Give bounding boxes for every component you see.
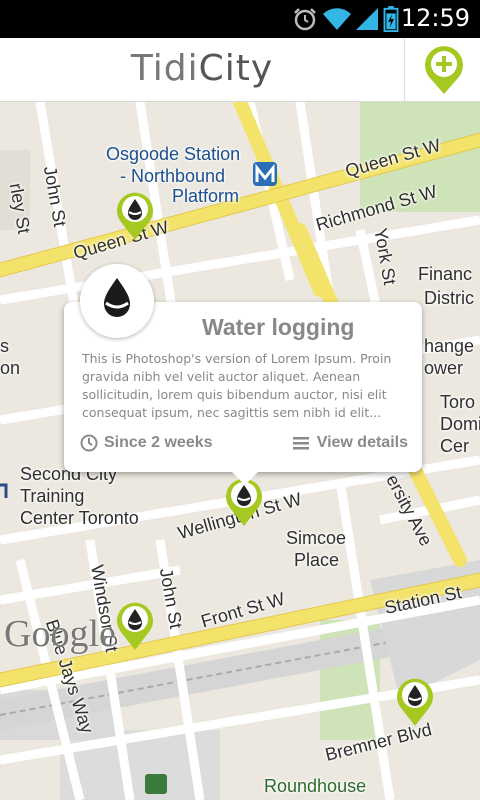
popup-description: This is Photoshop's version of Lorem Ips… <box>82 351 392 420</box>
map-label-cer: Cer <box>440 436 470 456</box>
list-icon <box>292 437 309 450</box>
signal-icon <box>356 8 378 30</box>
view-details-button[interactable]: View details <box>292 434 408 452</box>
water-pin-icon[interactable] <box>113 598 157 652</box>
map-label-toro: Toro <box>440 392 476 412</box>
map-label-simcoe: Simcoe <box>286 528 347 548</box>
map-label-s: s <box>0 336 9 356</box>
since-text: Since 2 weeks <box>104 434 213 451</box>
app-title-part2: City <box>198 48 274 89</box>
map-label-osgoode: Osgoode Station <box>106 144 241 164</box>
water-pin-icon[interactable] <box>393 674 437 728</box>
map-label-change: hange <box>424 336 475 356</box>
battery-icon <box>383 6 399 32</box>
water-pin-icon[interactable] <box>113 188 157 242</box>
water-drop-icon <box>80 264 154 338</box>
alarm-icon <box>294 8 316 31</box>
info-popup[interactable]: Water logging This is Photoshop's versio… <box>64 264 422 485</box>
app-title: TidiCity <box>0 48 404 89</box>
map-label-finance: Financ <box>418 264 473 284</box>
app-bar: TidiCity <box>0 38 480 102</box>
map-label-center-toronto: Center Toronto <box>20 508 139 528</box>
view-details-text: View details <box>316 434 408 451</box>
app-bar-divider <box>404 38 405 101</box>
map-label-northbound: - Northbound <box>120 166 226 186</box>
map-label-training: Training <box>20 486 85 506</box>
app-title-part1: Tidi <box>130 48 199 89</box>
map-label-domin: Domin <box>440 414 480 434</box>
popup-title: Water logging <box>202 314 355 340</box>
map-label-roundhouse: Roundhouse <box>264 776 367 796</box>
map-label-place: Place <box>294 550 340 570</box>
clock: 12:59 <box>400 4 470 32</box>
map-label-platform: Platform <box>172 186 240 206</box>
map-label-district: Distric <box>424 288 474 308</box>
clock-icon <box>80 434 98 452</box>
since-label: Since 2 weeks <box>80 434 213 452</box>
wifi-icon <box>323 8 351 30</box>
add-location-icon[interactable] <box>420 44 468 96</box>
status-bar: 12:59 <box>0 0 480 38</box>
google-attribution: Google <box>4 613 116 655</box>
map-label-on: on <box>0 358 21 378</box>
popup-arrow <box>231 471 259 485</box>
map-label-tower: ower <box>424 358 464 378</box>
